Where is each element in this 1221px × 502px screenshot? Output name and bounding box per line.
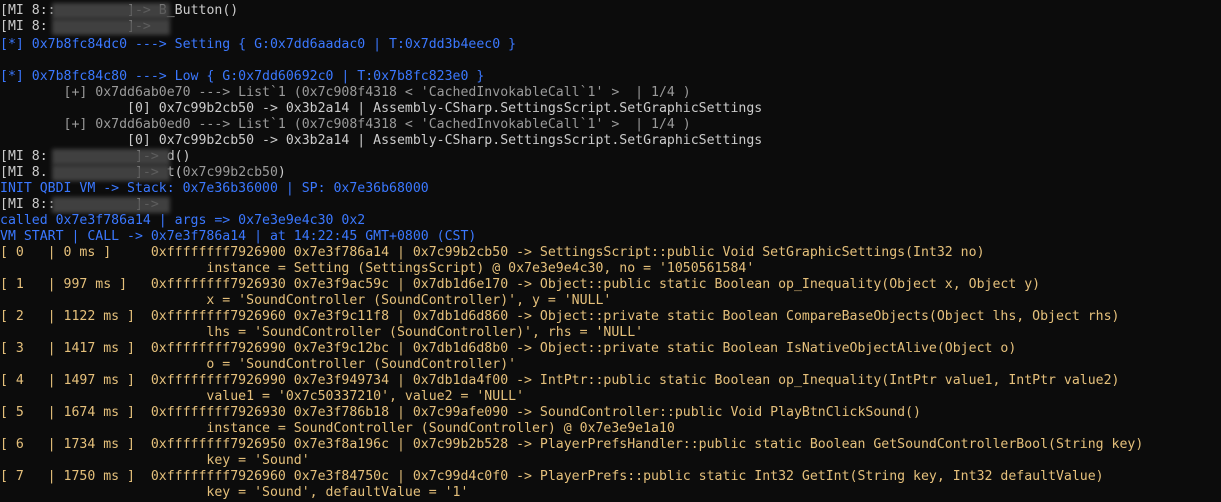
redacted-device-id [52, 149, 170, 165]
terminal-window[interactable]: [MI 8:: ]-> B_Button()[MI 8: ]->[*] 0x7b… [0, 0, 1221, 502]
terminal-line: [*] 0x7b8fc84dc0 ---> Setting { G:0x7dd6… [0, 37, 516, 53]
terminal-line: [+] 0x7dd6ab0e70 ---> List`1 (0x7c908f43… [0, 85, 691, 101]
terminal-line: key = 'Sound' [0, 453, 310, 469]
terminal-text-segment: ) [277, 165, 286, 180]
terminal-text-segment: [ 5 | 1674 ms ] 0xffffffff7926930 0x7e3f… [0, 405, 921, 420]
terminal-text-segment: [MI 8:: [0, 197, 56, 212]
terminal-line: [ 3 | 1417 ms ] 0xffffffff7926990 0x7e3f… [0, 341, 1016, 357]
terminal-text-segment: [*] 0x7b8fc84dc0 ---> Setting { G:0x7dd6… [0, 37, 517, 52]
terminal-text-segment: [MI 8: [0, 19, 48, 34]
redacted-device-id [52, 197, 170, 213]
terminal-line: x = 'SoundController (SoundController)',… [0, 293, 611, 309]
terminal-line: lhs = 'SoundController (SoundController)… [0, 325, 643, 341]
terminal-text-segment: x = 'SoundController (SoundController)',… [0, 293, 612, 308]
terminal-text-segment: [0] 0x7c99b2cb50 -> 0x3b2a14 | Assembly-… [0, 133, 763, 148]
terminal-line: [0] 0x7c99b2cb50 -> 0x3b2a14 | Assembly-… [0, 133, 762, 149]
terminal-line: [ 7 | 1750 ms ] 0xffffffff7926960 0x7e3f… [0, 469, 1104, 485]
terminal-line: value1 = '0x7c50337210', value2 = 'NULL' [0, 389, 524, 405]
redacted-device-id [52, 165, 170, 181]
terminal-text-segment: [*] 0x7b8fc84c80 ---> Low { G:0x7dd60692… [0, 69, 485, 84]
terminal-text-segment: instance = Setting (SettingsScript) @ 0x… [0, 261, 755, 276]
terminal-text-segment: INIT QBDI VM -> Stack: 0x7e36b36000 | SP… [0, 181, 429, 196]
terminal-line: [+] 0x7dd6ab0ed0 ---> List`1 (0x7c908f43… [0, 117, 691, 133]
terminal-text-segment: [MI 8:: [0, 3, 56, 18]
terminal-text-segment: VM START | CALL -> 0x7e3f786a14 | at 14:… [0, 229, 477, 244]
terminal-text-segment: [MI 8: [0, 149, 48, 164]
terminal-line: [0] 0x7c99b2cb50 -> 0x3b2a14 | Assembly-… [0, 101, 762, 117]
terminal-text-segment: lhs = 'SoundController (SoundController)… [0, 325, 644, 340]
terminal-line: VM START | CALL -> 0x7e3f786a14 | at 14:… [0, 229, 476, 245]
terminal-text-segment: 0x7c99b2cb50 [182, 165, 278, 180]
terminal-text-segment: key = 'Sound' [0, 453, 310, 468]
terminal-text-segment: [ 2 | 1122 ms ] 0xffffffff7926960 0x7e3f… [0, 309, 1120, 324]
terminal-text-segment: instance = SoundController (SoundControl… [0, 421, 675, 436]
terminal-line: INIT QBDI VM -> Stack: 0x7e36b36000 | SP… [0, 181, 429, 197]
terminal-line: [ 4 | 1497 ms ] 0xffffffff7926990 0x7e3f… [0, 373, 1119, 389]
terminal-line: o = 'SoundController (SoundController)' [0, 357, 516, 373]
terminal-text-segment: [MI 8. [0, 165, 48, 180]
terminal-line: [*] 0x7b8fc84c80 ---> Low { G:0x7dd60692… [0, 69, 484, 85]
terminal-text-segment: [ 4 | 1497 ms ] 0xffffffff7926990 0x7e3f… [0, 373, 1120, 388]
terminal-text-segment: [ 6 | 1734 ms ] 0xffffffff7926950 0x7e3f… [0, 437, 1144, 452]
terminal-line: [ 5 | 1674 ms ] 0xffffffff7926930 0x7e3f… [0, 405, 921, 421]
terminal-line: instance = SoundController (SoundControl… [0, 421, 675, 437]
terminal-line: key = 'Sound', defaultValue = '1' [0, 485, 468, 501]
terminal-text-segment: [ 0 | 0 ms ] 0xffffffff7926900 0x7e3f786… [0, 245, 985, 260]
terminal-text-segment: [0] 0x7c99b2cb50 -> 0x3b2a14 | Assembly-… [0, 101, 763, 116]
terminal-text-segment: [ 1 | 997 ms ] 0xffffffff7926930 0x7e3f9… [0, 277, 1041, 292]
terminal-line: instance = Setting (SettingsScript) @ 0x… [0, 261, 754, 277]
terminal-line: [ 0 | 0 ms ] 0xffffffff7926900 0x7e3f786… [0, 245, 985, 261]
terminal-text-segment: key = 'Sound', defaultValue = '1' [0, 485, 469, 500]
terminal-text-segment: called 0x7e3f786a14 | args => 0x7e3e9e4c… [0, 213, 366, 228]
terminal-text-segment: [+] 0x7dd6ab0e70 ---> List`1 (0x7c908f43… [0, 85, 691, 100]
terminal-text-segment: value1 = '0x7c50337210', value2 = 'NULL' [0, 389, 525, 404]
terminal-text-segment: [ 7 | 1750 ms ] 0xffffffff7926960 0x7e3f… [0, 469, 1104, 484]
redacted-device-id [52, 3, 170, 19]
terminal-line: [ 2 | 1122 ms ] 0xffffffff7926960 0x7e3f… [0, 309, 1119, 325]
terminal-text-segment: [+] 0x7dd6ab0ed0 ---> List`1 (0x7c908f43… [0, 117, 691, 132]
terminal-line: [ 1 | 997 ms ] 0xffffffff7926930 0x7e3f9… [0, 277, 1040, 293]
terminal-line: called 0x7e3f786a14 | args => 0x7e3e9e4c… [0, 213, 365, 229]
terminal-text-segment: o = 'SoundController (SoundController)' [0, 357, 517, 372]
redacted-device-id [52, 19, 170, 35]
terminal-line: [ 6 | 1734 ms ] 0xffffffff7926950 0x7e3f… [0, 437, 1143, 453]
terminal-text-segment: [ 3 | 1417 ms ] 0xffffffff7926990 0x7e3f… [0, 341, 1017, 356]
